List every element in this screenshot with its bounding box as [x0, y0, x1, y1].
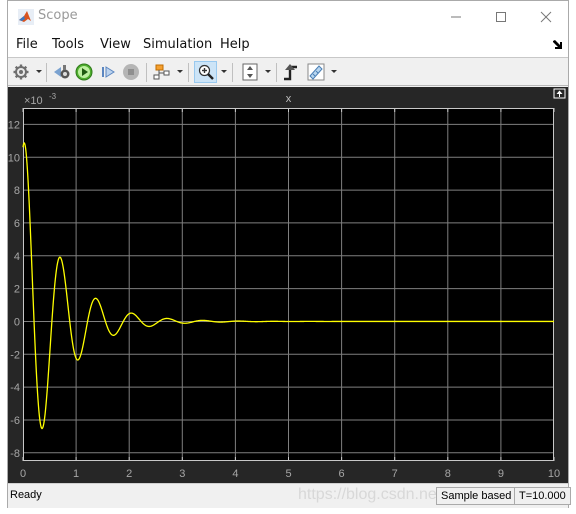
menu-tools[interactable]: Tools [52, 37, 84, 52]
x-tick-label: 8 [445, 468, 451, 480]
minimize-icon [451, 16, 461, 17]
y-tick-label: 2 [14, 284, 20, 296]
minimize-button[interactable] [433, 1, 479, 32]
toolbar-separator [46, 63, 47, 82]
status-bar: Ready https://blog.csdn.net/ Sample base… [8, 483, 571, 508]
x-tick-label: 9 [498, 468, 504, 480]
chart-title: x [286, 93, 292, 105]
x-tick-label: 0 [20, 468, 26, 480]
x-tick-label: 2 [126, 468, 132, 480]
triggers-button[interactable] [281, 61, 301, 83]
y-tick-label: -2 [10, 349, 20, 361]
x-tick-label: 4 [232, 468, 238, 480]
sample-mode-indicator: Sample based [436, 487, 517, 505]
x-tick-label: 5 [285, 468, 291, 480]
plot-panel: x ×10 -3 0 1 2 3 4 5 6 7 8 9 10 -8 -6 -4 -2 0 2 4 6 8 10 12 [8, 87, 568, 483]
window-title: Scope [38, 8, 78, 23]
menu-bar: File Tools View Simulation Help [8, 32, 568, 58]
cursor-measurements-dropdown[interactable] [331, 70, 337, 73]
cursor-measurements-button[interactable] [305, 61, 327, 83]
y-tick-label: -8 [10, 448, 20, 460]
scope-window: Scope File Tools View Simulation Help x … [7, 0, 571, 508]
watermark-text: https://blog.csdn.net/ [298, 486, 446, 503]
y-tick-label: -4 [10, 382, 20, 394]
run-icon [75, 63, 93, 81]
title-bar: Scope [8, 1, 568, 32]
stop-button[interactable] [121, 61, 141, 83]
close-button[interactable] [523, 1, 569, 32]
stop-icon [123, 64, 139, 80]
x-tick-label: 3 [179, 468, 185, 480]
x-tick-label: 1 [73, 468, 79, 480]
signal-highlight-icon [153, 64, 170, 80]
y-exponent-label: ×10 [24, 95, 43, 107]
y-tick-label: 8 [14, 185, 20, 197]
toolbar-separator [188, 63, 189, 82]
configuration-dropdown[interactable] [36, 70, 42, 73]
toolbar-separator [276, 63, 277, 82]
dock-arrow-icon[interactable] [553, 40, 562, 52]
zoom-in-button[interactable] [194, 61, 217, 83]
scale-axes-icon [242, 63, 258, 81]
triggers-icon [284, 64, 297, 81]
y-tick-label: -6 [10, 415, 20, 427]
x-tick-label: 10 [548, 468, 560, 480]
step-forward-button[interactable] [98, 61, 118, 83]
zoom-in-icon [198, 64, 214, 80]
toolbar-separator [146, 63, 147, 82]
simulation-time: T=10.000 [514, 487, 571, 505]
gear-icon [13, 64, 29, 80]
matlab-logo-icon [18, 9, 34, 25]
y-tick-label: 0 [14, 316, 20, 328]
signal-highlight-button[interactable] [152, 61, 172, 83]
y-tick-label: 4 [14, 251, 20, 263]
cursor-measurements-icon [307, 63, 325, 81]
menu-file[interactable]: File [16, 37, 38, 52]
menu-help[interactable]: Help [220, 37, 250, 52]
x-tick-label: 7 [392, 468, 398, 480]
signal-highlight-dropdown[interactable] [177, 70, 183, 73]
menu-view[interactable]: View [100, 37, 131, 52]
step-back-icon [54, 65, 70, 79]
maximize-button[interactable] [478, 1, 524, 32]
run-button[interactable] [74, 61, 94, 83]
y-tick-label: 10 [8, 152, 20, 164]
x-tick-label: 6 [339, 468, 345, 480]
scale-axes-dropdown[interactable] [265, 70, 271, 73]
status-text: Ready [10, 489, 42, 501]
configuration-button[interactable] [11, 61, 31, 83]
close-icon [540, 11, 552, 22]
menu-simulation[interactable]: Simulation [143, 37, 212, 52]
y-tick-label: 6 [14, 218, 20, 230]
step-forward-icon [102, 66, 115, 78]
y-tick-label: 12 [8, 119, 20, 131]
scale-axes-button[interactable] [240, 61, 260, 83]
y-exponent-value: -3 [49, 92, 57, 101]
toolbar [8, 59, 568, 86]
zoom-dropdown[interactable] [221, 70, 227, 73]
maximize-icon [496, 11, 506, 22]
scope-plot[interactable]: x×10 -30 1 2 3 4 5 6 7 8 9 10-8-6-4-2024681012 [8, 87, 570, 483]
toolbar-separator [232, 63, 233, 82]
step-back-button[interactable] [52, 61, 72, 83]
